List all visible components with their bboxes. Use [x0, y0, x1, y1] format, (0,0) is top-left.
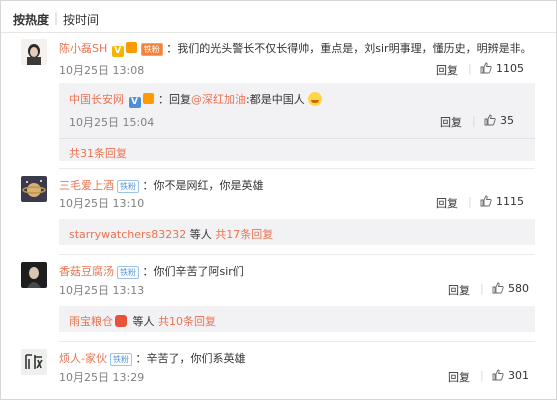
reply-summary: 雨宝粮仓 等人 共10条回复 [59, 306, 535, 332]
fan-badge: 铁粉 [140, 43, 163, 56]
mention-link[interactable]: @深红加油 [191, 93, 246, 106]
reply-button[interactable]: 回复 [436, 62, 458, 78]
comment-username[interactable]: 烦人-家伙 [59, 352, 107, 365]
member-crown-icon [125, 42, 137, 53]
reply-timestamp: 10月25日 15:04 [69, 116, 155, 129]
avatar[interactable] [21, 262, 47, 288]
thumbs-up-icon [492, 282, 504, 294]
reply-box: 中国长安网 V ：回复@深红加油:都是中国人 10月25日 15:04 回复 |… [59, 83, 535, 161]
summary-text: 等人 [129, 315, 158, 328]
reply-button[interactable]: 回复 [440, 114, 462, 130]
more-replies-link[interactable]: 共10条回复 [158, 315, 216, 328]
like-button[interactable]: 1115 [480, 195, 524, 208]
reply-button[interactable]: 回复 [436, 195, 458, 211]
reply-line: 中国长安网 V ：回复@深红加油:都是中国人 [69, 91, 323, 108]
thumbs-up-icon [484, 114, 496, 126]
action-separator: | [468, 62, 472, 75]
like-count: 580 [508, 282, 529, 295]
comment-username[interactable]: 三毛爱上酒 [59, 179, 114, 192]
fan-badge: 铁粉 [117, 266, 139, 279]
sort-separator: | [54, 11, 59, 25]
comment-line: 三毛爱上酒 铁粉 ：你不是网红，你是英雄 [59, 177, 264, 193]
like-count: 301 [508, 369, 529, 382]
thumbs-up-icon [480, 62, 492, 74]
more-replies-link[interactable]: 共31条回复 [69, 145, 127, 161]
reply-button[interactable]: 回复 [448, 369, 470, 385]
summary-username[interactable]: starrywatchers83232 [69, 228, 186, 241]
sort-bar: 按热度 | 按时间 [1, 1, 556, 33]
action-separator: | [468, 195, 472, 208]
summary-username[interactable]: 雨宝粮仓 [69, 315, 113, 328]
comment-divider [59, 254, 535, 255]
comment-line: 香菇豆腐汤 铁粉 ：你们辛苦了阿sir们 [59, 263, 244, 279]
reply-actions: 回复 | 35 [440, 114, 525, 130]
summary-text: 等人 [186, 228, 216, 241]
comment-divider [59, 341, 535, 342]
comment-text: ：你不是网红，你是英雄 [142, 179, 264, 192]
reply-username[interactable]: 中国长安网 [69, 93, 124, 106]
comment-username[interactable]: 陈小磊SH [59, 42, 107, 55]
avatar-calligraphy-icon [21, 349, 47, 375]
reply-prefix: ：回复 [158, 93, 191, 106]
thumbs-up-icon [480, 195, 492, 207]
like-button[interactable]: 580 [492, 282, 529, 295]
avatar-photo-icon [21, 39, 47, 65]
reply-button[interactable]: 回复 [448, 282, 470, 298]
verified-v-icon: V [111, 46, 124, 57]
fan-badge: 铁粉 [117, 180, 139, 193]
reply-divider [59, 138, 535, 139]
more-replies-link[interactable]: 共17条回复 [215, 228, 273, 241]
like-count: 1105 [496, 62, 524, 75]
comment-username[interactable]: 香菇豆腐汤 [59, 265, 114, 278]
avatar-photo-icon [21, 176, 47, 202]
comment-panel: 按热度 | 按时间 陈小磊SH V 铁粉 ：我们的光头警长不仅长得帅，重点是，刘s… [0, 0, 557, 400]
comment-timestamp: 10月25日 13:29 [59, 371, 145, 384]
comment-text: ：我们的光头警长不仅长得帅，重点是，刘sir明事理，懂历史，明辨是非。 [166, 42, 532, 55]
like-count: 35 [500, 114, 514, 127]
reply-summary-line: starrywatchers83232 等人 共17条回复 [69, 226, 273, 242]
like-button[interactable]: 301 [492, 369, 529, 382]
avatar[interactable] [21, 176, 47, 202]
action-separator: | [480, 369, 484, 382]
avatar[interactable] [21, 349, 47, 375]
avatar[interactable] [21, 39, 47, 65]
sort-by-hot-tab[interactable]: 按热度 [13, 11, 49, 28]
grin-emoji-icon [308, 92, 323, 106]
action-separator: | [472, 114, 476, 127]
comment-line: 烦人-家伙 铁粉 ：辛苦了，你们系英雄 [59, 350, 245, 366]
action-separator: | [480, 282, 484, 295]
comment-timestamp: 10月25日 13:08 [59, 64, 145, 77]
reply-summary-line: 雨宝粮仓 等人 共10条回复 [69, 313, 216, 329]
comment-line: 陈小磊SH V 铁粉 ：我们的光头警长不仅长得帅，重点是，刘sir明事理，懂历史，… [59, 40, 532, 57]
member-crown-icon [142, 93, 154, 104]
fan-badge: 铁粉 [109, 353, 132, 366]
reply-summary: starrywatchers83232 等人 共17条回复 [59, 219, 535, 245]
like-button[interactable]: 1105 [480, 62, 524, 75]
comment-text: ：你们辛苦了阿sir们 [142, 265, 244, 278]
verified-v-icon: V [128, 97, 141, 108]
red-packet-emoji-icon [115, 315, 127, 327]
like-button[interactable]: 35 [484, 114, 514, 127]
comment-timestamp: 10月25日 13:13 [59, 284, 145, 297]
sort-by-time-tab[interactable]: 按时间 [63, 11, 99, 28]
comment-divider [59, 168, 535, 169]
avatar-photo-icon [21, 262, 47, 288]
comment-text: ：辛苦了，你们系英雄 [135, 352, 246, 365]
reply-text: :都是中国人 [246, 93, 305, 106]
thumbs-up-icon [492, 369, 504, 381]
comment-timestamp: 10月25日 13:10 [59, 197, 145, 210]
like-count: 1115 [496, 195, 524, 208]
